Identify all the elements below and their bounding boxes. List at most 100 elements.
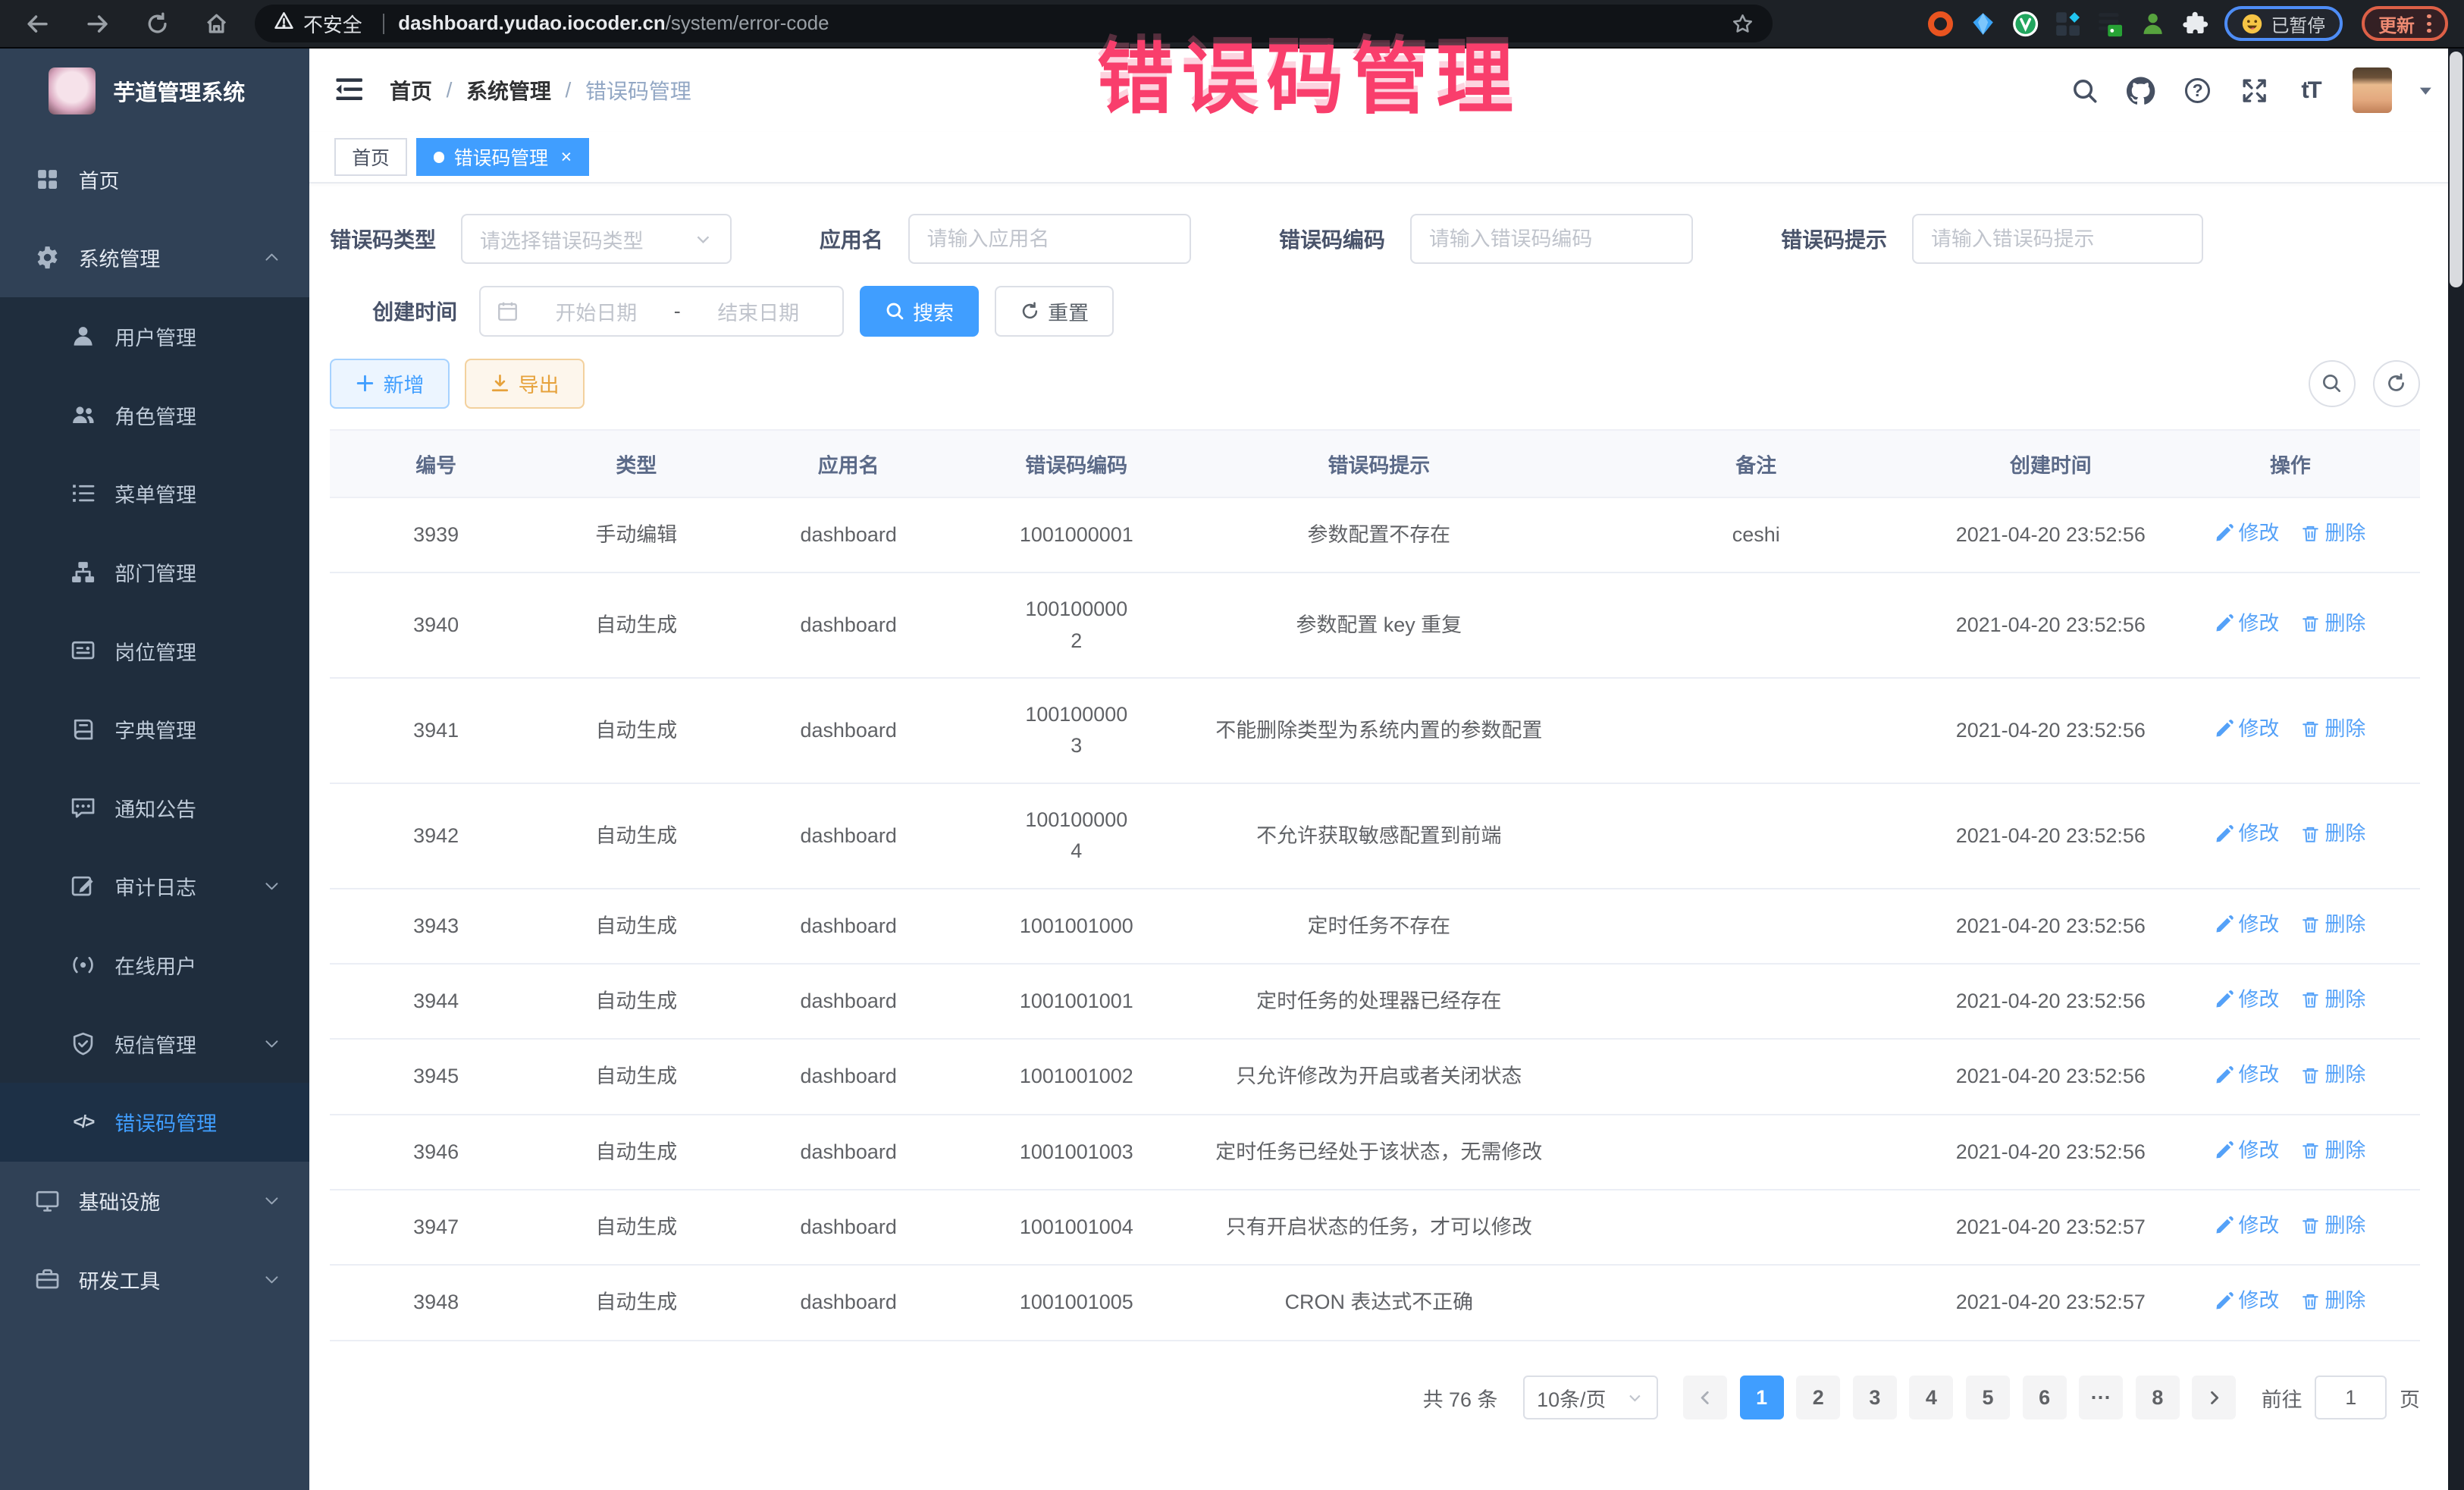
browser-menu-kebab-icon[interactable] — [2427, 14, 2431, 33]
delete-button[interactable]: 删除 — [2301, 714, 2365, 744]
page-button-6[interactable]: 6 — [2023, 1376, 2067, 1419]
sidebar-item-infra[interactable]: 基础设施 — [0, 1162, 309, 1241]
bookmark-star-icon[interactable] — [1732, 13, 1754, 35]
create-time-range-picker[interactable]: 开始日期 - 结束日期 — [479, 286, 844, 336]
search-icon[interactable] — [2070, 75, 2099, 105]
search-button[interactable]: 搜索 — [860, 286, 979, 336]
edit-button[interactable]: 修改 — [2215, 985, 2279, 1015]
sidebar-item-home[interactable]: 首页 — [0, 140, 309, 218]
extension-icon-tile-grid[interactable] — [2055, 11, 2081, 37]
scrollbar[interactable] — [2448, 49, 2464, 1490]
refresh-icon — [1020, 301, 1040, 322]
more-pages-button[interactable]: ··· — [2079, 1376, 2123, 1419]
goto-page-input[interactable] — [2315, 1376, 2387, 1419]
page-button-4[interactable]: 4 — [1909, 1376, 1953, 1419]
page-button-3[interactable]: 3 — [1853, 1376, 1897, 1419]
collapse-sidebar-icon[interactable] — [334, 74, 365, 105]
delete-button[interactable]: 删除 — [2301, 985, 2365, 1015]
page-content: 错误码类型 请选择错误码类型 应用名 错误码编码 — [309, 184, 2464, 1489]
sidebar-item-dict[interactable]: 字典管理 — [0, 690, 309, 769]
export-button[interactable]: 导出 — [465, 359, 584, 409]
extension-icon-green-person[interactable] — [2140, 11, 2166, 37]
edit-button[interactable]: 修改 — [2215, 1286, 2279, 1316]
refresh-icon — [2385, 372, 2407, 394]
breadcrumb-home[interactable]: 首页 — [390, 75, 432, 105]
delete-button[interactable]: 删除 — [2301, 1136, 2365, 1165]
edit-button[interactable]: 修改 — [2215, 1211, 2279, 1241]
prev-page-button[interactable] — [1683, 1376, 1727, 1419]
extension-icon-blue-gem[interactable] — [1970, 11, 1996, 37]
edit-button[interactable]: 修改 — [2215, 519, 2279, 548]
sidebar-item-error-code[interactable]: </>错误码管理 — [0, 1083, 309, 1162]
edit-button[interactable]: 修改 — [2215, 910, 2279, 939]
page-button-8[interactable]: 8 — [2136, 1376, 2180, 1419]
user-avatar[interactable] — [2353, 67, 2392, 113]
sidebar-item-label: 部门管理 — [114, 557, 196, 587]
chevron-down-icon — [262, 877, 281, 896]
sidebar-item-user[interactable]: 用户管理 — [0, 297, 309, 376]
edit-button[interactable]: 修改 — [2215, 1136, 2279, 1165]
toggle-search-button[interactable] — [2309, 360, 2356, 407]
extensions-puzzle-icon[interactable] — [2182, 11, 2209, 37]
sidebar-item-devtools[interactable]: 研发工具 — [0, 1240, 309, 1319]
github-icon[interactable] — [2126, 75, 2155, 105]
page-button-2[interactable]: 2 — [1796, 1376, 1840, 1419]
breadcrumb-system[interactable]: 系统管理 — [466, 75, 551, 105]
extension-icon-orange-ring[interactable] — [1927, 11, 1954, 37]
edit-button[interactable]: 修改 — [2215, 609, 2279, 638]
sidebar-item-role[interactable]: 角色管理 — [0, 375, 309, 454]
delete-button[interactable]: 删除 — [2301, 519, 2365, 548]
error-type-select[interactable]: 请选择错误码类型 — [461, 214, 732, 264]
browser-update-button[interactable]: 更新 — [2362, 6, 2449, 41]
delete-button[interactable]: 删除 — [2301, 1211, 2365, 1241]
page-button-1[interactable]: 1 — [1740, 1376, 1784, 1419]
tag-error-code[interactable]: 错误码管理 — [416, 138, 589, 176]
delete-button[interactable]: 删除 — [2301, 910, 2365, 939]
sidebar-item-sms[interactable]: 短信管理 — [0, 1004, 309, 1083]
app-name-input[interactable] — [908, 214, 1191, 264]
fullscreen-icon[interactable] — [2240, 75, 2269, 105]
security-label: 不安全 — [303, 10, 362, 38]
filter-row-2: 创建时间 开始日期 - 结束日期 搜索 重置 — [330, 286, 2420, 336]
refresh-table-button[interactable] — [2373, 360, 2420, 407]
delete-button[interactable]: 删除 — [2301, 609, 2365, 638]
app-logo[interactable]: 芋道管理系统 — [0, 49, 309, 133]
delete-button[interactable]: 删除 — [2301, 1286, 2365, 1316]
sidebar-item-label: 研发工具 — [79, 1265, 161, 1294]
extension-icon-list-on-badge[interactable] — [2097, 11, 2124, 37]
help-icon[interactable]: ? — [2183, 75, 2212, 105]
browser-reload-icon[interactable] — [142, 8, 173, 39]
sidebar-item-system[interactable]: 系统管理 — [0, 218, 309, 297]
address-bar[interactable]: 不安全 dashboard.yudao.iocoder.cn/system/er… — [255, 5, 1773, 42]
extension-icon-green-circle[interactable] — [2012, 11, 2039, 37]
edit-button[interactable]: 修改 — [2215, 1060, 2279, 1090]
page-button-5[interactable]: 5 — [1966, 1376, 2010, 1419]
paused-extension-badge[interactable]: 已暂停 — [2224, 6, 2343, 41]
reset-button[interactable]: 重置 — [995, 286, 1114, 336]
sidebar-item-menu[interactable]: 菜单管理 — [0, 454, 309, 533]
sidebar-item-online-user[interactable]: 在线用户 — [0, 926, 309, 1005]
sidebar-item-dept[interactable]: 部门管理 — [0, 533, 309, 612]
sidebar-item-notice[interactable]: 通知公告 — [0, 768, 309, 847]
chevron-down-icon[interactable] — [2419, 83, 2433, 98]
delete-button[interactable]: 删除 — [2301, 1060, 2365, 1090]
edit-button[interactable]: 修改 — [2215, 819, 2279, 849]
omnibox-divider — [383, 14, 384, 34]
edit-button[interactable]: 修改 — [2215, 714, 2279, 744]
error-msg-input[interactable] — [1912, 214, 2202, 264]
add-button[interactable]: 新增 — [330, 359, 449, 409]
browser-back-icon[interactable] — [22, 8, 53, 39]
delete-button[interactable]: 删除 — [2301, 819, 2365, 849]
browser-forward-icon[interactable] — [82, 8, 113, 39]
browser-home-icon[interactable] — [201, 8, 232, 39]
scrollbar-thumb[interactable] — [2450, 52, 2462, 287]
table-row: 3944自动生成dashboard1001001001定时任务的处理器已经存在2… — [330, 964, 2420, 1039]
error-code-input[interactable] — [1410, 214, 1693, 264]
font-size-icon[interactable]: tT — [2296, 75, 2325, 105]
tag-home[interactable]: 首页 — [334, 138, 406, 176]
next-page-button[interactable] — [2192, 1376, 2236, 1419]
sidebar-item-post[interactable]: 岗位管理 — [0, 611, 309, 690]
tag-close-icon[interactable] — [561, 148, 572, 167]
sidebar-item-audit-log[interactable]: 审计日志 — [0, 847, 309, 926]
page-size-select[interactable]: 10条/页 — [1523, 1376, 1658, 1419]
